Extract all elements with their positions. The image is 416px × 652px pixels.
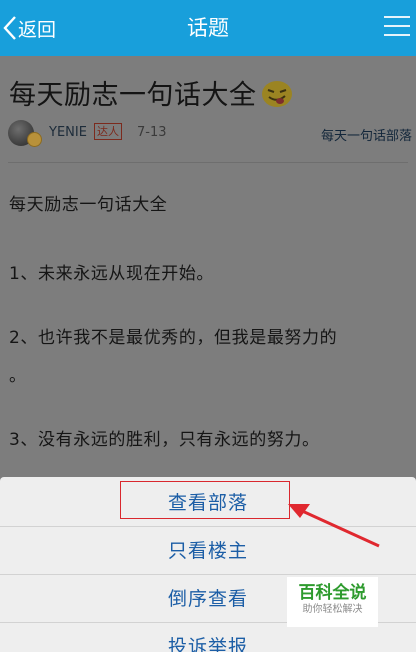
paragraph: 3、没有永远的胜利，只有永远的努力。 [9,430,320,450]
menu-button[interactable] [384,16,410,38]
author-badge: 达人 [94,123,122,140]
watermark-subtitle: 助你轻松解决 [302,604,363,615]
medal-icon [27,132,42,147]
post-title: 每天励志一句话大全 [9,73,294,112]
author-name[interactable]: YENIE [49,125,87,140]
paragraph: 1、未来永远从现在开始。 [9,264,215,284]
report-option[interactable]: 投诉举报 [0,624,416,652]
page-title: 话题 [187,16,229,40]
post-date: 7-13 [137,125,167,140]
paragraph: 每天励志一句话大全 [9,195,168,215]
only-op-option[interactable]: 只看楼主 [0,528,416,575]
tribe-link[interactable]: 每天一句话部落 [321,125,412,144]
watermark-title: 百科全说 [298,583,367,603]
back-button[interactable]: 返回 [0,0,56,56]
back-label: 返回 [18,18,57,41]
paragraph: 2、也许我不是最优秀的，但我是最努力的 [9,328,338,348]
menu-icon [384,16,410,18]
chevron-left-icon [3,16,16,40]
view-tribe-option[interactable]: 查看部落 [0,480,416,527]
grin-tongue-emoji-icon [261,80,292,107]
post-meta: YENIE 达人 7-13 每天一句话部落 [8,120,412,147]
paragraph: 。 [9,366,27,386]
top-bar: 返回 话题 [0,0,416,56]
watermark: 百科全说 助你轻松解决 [287,577,378,627]
post-title-text: 每天励志一句话大全 [9,80,257,111]
divider [8,162,408,163]
